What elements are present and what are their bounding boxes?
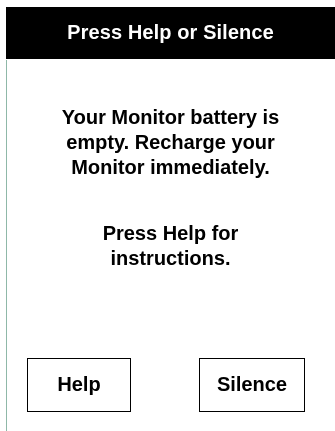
silence-button[interactable]: Silence <box>199 358 305 412</box>
message-line: Your Monitor battery is <box>61 107 280 129</box>
alert-screen: Press Help or Silence Your Monitor batte… <box>0 0 335 431</box>
message-line: empty. Recharge your <box>66 132 275 154</box>
title-text: Press Help or Silence <box>67 21 274 44</box>
help-button[interactable]: Help <box>27 358 131 412</box>
battery-empty-message: Your Monitor battery is empty. Recharge … <box>6 106 335 181</box>
instruction-line: instructions. <box>110 248 231 270</box>
message-line: Monitor immediately. <box>71 157 270 179</box>
title-bar: Press Help or Silence <box>6 7 335 59</box>
help-instruction-message: Press Help for instructions. <box>6 222 335 272</box>
instruction-line: Press Help for <box>102 223 239 245</box>
